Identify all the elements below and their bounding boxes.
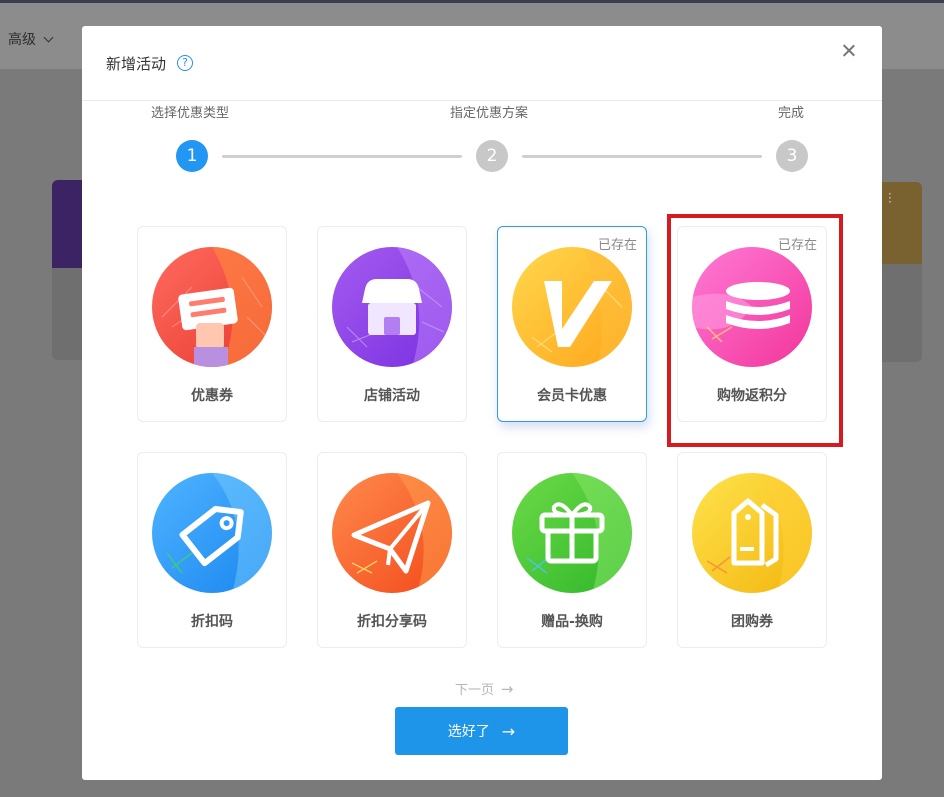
activity-type-label: 折扣码 (191, 614, 233, 630)
activity-type-discount-code[interactable]: 折扣码 (137, 452, 287, 648)
activity-type-group-coupon[interactable]: 团购券 (677, 452, 827, 648)
coupon-icon (152, 247, 272, 367)
step-1-label: 选择优惠类型 (151, 106, 230, 121)
next-page-link[interactable]: 下一页 → (455, 679, 513, 698)
highlight-annotation (667, 214, 843, 447)
step-connector (522, 155, 762, 158)
more-icon: · · · (888, 187, 892, 209)
activity-type-member-card[interactable]: 已存在 会员卡优惠 (497, 226, 647, 422)
advanced-filter-dropdown[interactable]: 高级 (8, 29, 54, 49)
arrow-right-icon: → (496, 680, 514, 698)
vip-v-icon (512, 247, 632, 367)
tag-icon (152, 473, 272, 593)
paper-plane-icon (332, 473, 452, 593)
step-2-circle: 2 (476, 140, 508, 172)
activity-type-discount-share-code[interactable]: 折扣分享码 (317, 452, 467, 648)
gift-icon (512, 473, 632, 593)
activity-type-label: 店铺活动 (364, 388, 420, 404)
modal-title: 新增活动 (106, 55, 167, 73)
store-icon (332, 247, 452, 367)
arrow-right-icon: → (501, 721, 516, 741)
advanced-filter-label: 高级 (8, 32, 36, 48)
activity-type-coupon[interactable]: 优惠券 (137, 226, 287, 422)
step-connector (222, 155, 462, 158)
activity-type-gift-exchange[interactable]: 赠品-换购 (497, 452, 647, 648)
next-page-label: 下一页 (455, 683, 495, 698)
activity-type-label: 会员卡优惠 (537, 388, 607, 404)
confirm-selection-button[interactable]: 选好了 → (395, 707, 568, 755)
modal-header: 新增活动 ? (82, 26, 882, 101)
close-icon[interactable] (840, 42, 858, 60)
activity-type-label: 赠品-换购 (541, 614, 603, 630)
activity-type-label: 优惠券 (191, 388, 233, 404)
step-3-circle: 3 (776, 140, 808, 172)
chevron-down-icon (43, 32, 54, 42)
step-2-label: 指定优惠方案 (450, 106, 529, 121)
exists-badge: 已存在 (597, 238, 637, 253)
step-1-circle: 1 (176, 140, 208, 172)
activity-type-store[interactable]: 店铺活动 (317, 226, 467, 422)
help-icon[interactable]: ? (177, 55, 193, 71)
activity-type-label: 折扣分享码 (357, 614, 427, 630)
activity-type-label: 团购券 (731, 614, 773, 630)
confirm-label: 选好了 (447, 724, 490, 740)
step-3-label: 完成 (778, 106, 805, 121)
double-tag-icon (692, 473, 812, 593)
